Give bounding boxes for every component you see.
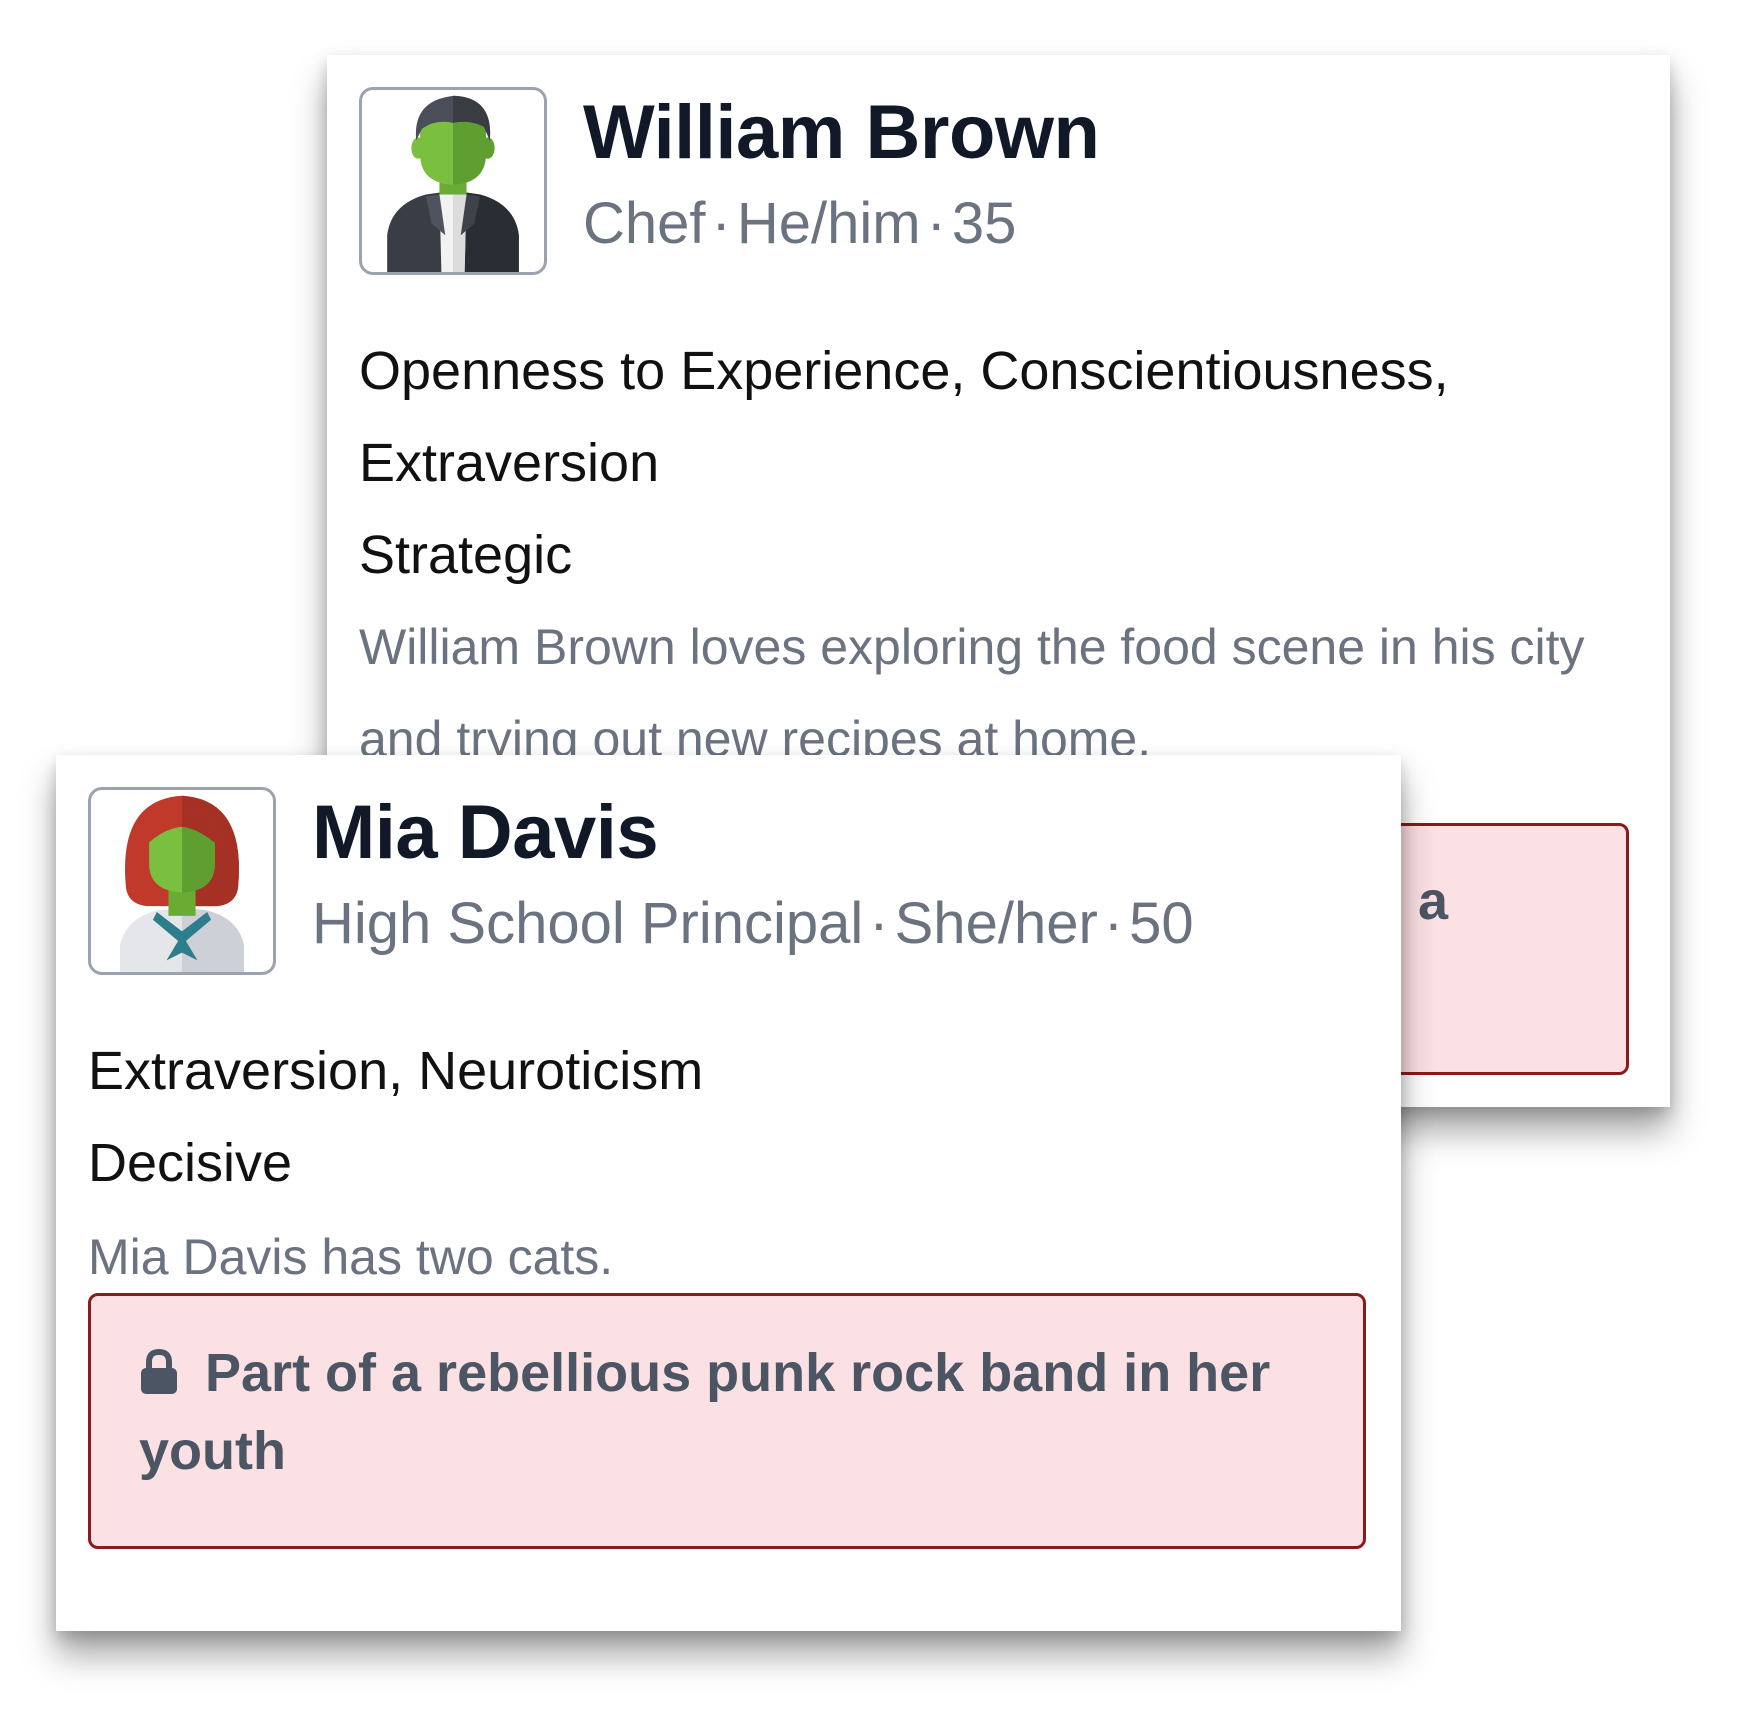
- meta-separator: ·: [926, 191, 946, 256]
- persona-age: 35: [951, 191, 1017, 256]
- persona-age: 50: [1129, 891, 1194, 956]
- meta-separator: ·: [711, 191, 731, 256]
- persona-traits-block: Openness to Experience, Conscientiousnes…: [359, 325, 1639, 601]
- persona-occupation: Chef: [583, 191, 706, 256]
- man-in-suit-avatar-icon: [359, 87, 547, 275]
- secret-box: n a: [1367, 823, 1629, 1075]
- persona-bio-block: Mia Davis has two cats.: [88, 1211, 1358, 1303]
- persona-name: Mia Davis: [312, 790, 659, 875]
- persona-traits-block: Extraversion, Neuroticism Decisive: [88, 1025, 1358, 1209]
- persona-bio: Mia Davis has two cats.: [88, 1229, 614, 1285]
- persona-card-mia[interactable]: Mia Davis High School Principal · She/her ·…: [56, 755, 1401, 1631]
- meta-separator: ·: [869, 891, 889, 956]
- persona-occupation: High School Principal: [312, 891, 864, 956]
- persona-style: Strategic: [359, 525, 573, 585]
- persona-pronouns: He/him: [736, 191, 921, 256]
- persona-meta: High School Principal · She/her · 50: [312, 895, 1194, 953]
- meta-separator: ·: [1103, 891, 1124, 956]
- persona-meta: Chef · He/him · 35: [583, 195, 1016, 253]
- persona-style: Decisive: [88, 1133, 293, 1193]
- persona-name: William Brown: [583, 90, 1100, 175]
- persona-traits: Extraversion, Neuroticism: [88, 1041, 704, 1101]
- secret-box: Part of a rebellious punk rock band in h…: [88, 1293, 1366, 1549]
- secret-text: Part of a rebellious punk rock band in h…: [139, 1343, 1271, 1481]
- lock-icon: [139, 1349, 179, 1395]
- persona-pronouns: She/her: [894, 891, 1098, 956]
- woman-red-hair-avatar-icon: [88, 787, 276, 975]
- persona-traits: Openness to Experience, Conscientiousnes…: [359, 341, 1449, 493]
